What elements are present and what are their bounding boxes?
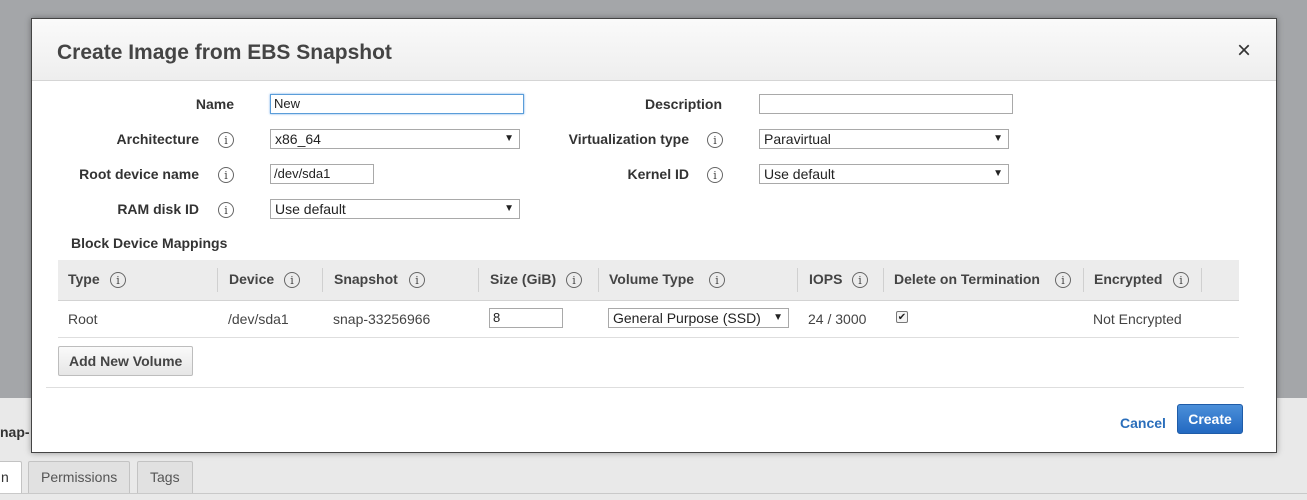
column-divider [217, 268, 218, 292]
description-label: Description [644, 96, 722, 112]
column-divider [1201, 268, 1202, 292]
background-divider [0, 493, 1307, 494]
column-header-volume-type: Volume Type [609, 271, 695, 287]
column-divider [797, 268, 798, 292]
delete-on-termination-checkbox[interactable]: ✔ [896, 311, 908, 323]
cell-encrypted: Not Encrypted [1093, 311, 1182, 327]
architecture-value: x86_64 [275, 131, 321, 147]
info-icon[interactable]: i [284, 272, 300, 288]
size-input[interactable]: 8 [489, 308, 563, 328]
tab-tags[interactable]: Tags [137, 461, 193, 493]
kernel-id-value: Use default [764, 166, 835, 182]
chevron-down-icon: ▼ [993, 168, 1003, 179]
info-icon[interactable]: i [852, 272, 868, 288]
info-icon[interactable]: i [707, 132, 723, 148]
cell-snapshot: snap-33256966 [333, 311, 431, 327]
info-icon[interactable]: i [707, 167, 723, 183]
chevron-down-icon: ▼ [504, 203, 514, 214]
ram-disk-id-select[interactable]: Use default ▼ [270, 199, 520, 219]
footer-divider [46, 387, 1244, 388]
dialog-header: Create Image from EBS Snapshot × [32, 19, 1276, 81]
volume-type-value: General Purpose (SSD) [613, 310, 761, 326]
chevron-down-icon: ▼ [773, 312, 783, 323]
info-icon[interactable]: i [1173, 272, 1189, 288]
virtualization-type-select[interactable]: Paravirtual ▼ [759, 129, 1009, 149]
column-header-delete-on-termination: Delete on Termination [894, 271, 1040, 287]
close-icon[interactable]: × [1234, 39, 1254, 63]
info-icon[interactable]: i [409, 272, 425, 288]
ram-disk-id-label: RAM disk ID [117, 201, 199, 217]
info-icon[interactable]: i [1055, 272, 1071, 288]
description-input[interactable] [759, 94, 1013, 114]
ram-disk-id-value: Use default [275, 201, 346, 217]
cancel-button[interactable]: Cancel [1120, 415, 1166, 431]
column-divider [322, 268, 323, 292]
cell-iops: 24 / 3000 [808, 311, 867, 327]
volume-type-select[interactable]: General Purpose (SSD) ▼ [608, 308, 789, 328]
tab-description[interactable]: n [0, 461, 22, 493]
column-header-encrypted: Encrypted [1094, 271, 1163, 287]
cell-type: Root [68, 311, 98, 327]
background-snapshot-text: nap- [0, 424, 30, 440]
architecture-label: Architecture [116, 131, 199, 147]
kernel-id-label: Kernel ID [627, 166, 689, 182]
kernel-id-select[interactable]: Use default ▼ [759, 164, 1009, 184]
tab-permissions[interactable]: Permissions [28, 461, 131, 493]
checkmark-icon: ✔ [897, 312, 907, 323]
info-icon[interactable]: i [566, 272, 582, 288]
create-button[interactable]: Create [1177, 404, 1243, 434]
cell-device: /dev/sda1 [228, 311, 289, 327]
name-label: Name [195, 96, 234, 112]
column-header-device: Device [229, 271, 275, 287]
virtualization-type-value: Paravirtual [764, 131, 831, 147]
column-header-iops: IOPS [809, 271, 843, 287]
architecture-select[interactable]: x86_64 ▼ [270, 129, 520, 149]
column-header-size: Size (GiB) [490, 271, 557, 287]
info-icon[interactable]: i [218, 132, 234, 148]
column-divider [478, 268, 479, 292]
create-image-dialog: Create Image from EBS Snapshot × Name Ne… [31, 18, 1277, 453]
add-new-volume-button[interactable]: Add New Volume [58, 346, 194, 376]
root-device-name-input[interactable]: /dev/sda1 [270, 164, 374, 184]
column-header-snapshot: Snapshot [334, 271, 398, 287]
table-header: Type i Device i Snapshot i Size (GiB) i … [58, 260, 1239, 301]
column-header-type: Type [68, 271, 100, 287]
root-device-name-label: Root device name [79, 166, 199, 182]
column-divider [598, 268, 599, 292]
chevron-down-icon: ▼ [993, 133, 1003, 144]
virtualization-type-label: Virtualization type [568, 131, 689, 147]
block-device-mappings-title: Block Device Mappings [71, 235, 228, 251]
info-icon[interactable]: i [218, 167, 234, 183]
table-row: Root /dev/sda1 snap-33256966 8 General P… [58, 301, 1239, 338]
name-input[interactable]: New [270, 94, 524, 114]
info-icon[interactable]: i [218, 202, 234, 218]
column-divider [883, 268, 884, 292]
info-icon[interactable]: i [110, 272, 126, 288]
info-icon[interactable]: i [709, 272, 725, 288]
chevron-down-icon: ▼ [504, 133, 514, 144]
dialog-title: Create Image from EBS Snapshot [57, 41, 392, 64]
column-divider [1083, 268, 1084, 292]
